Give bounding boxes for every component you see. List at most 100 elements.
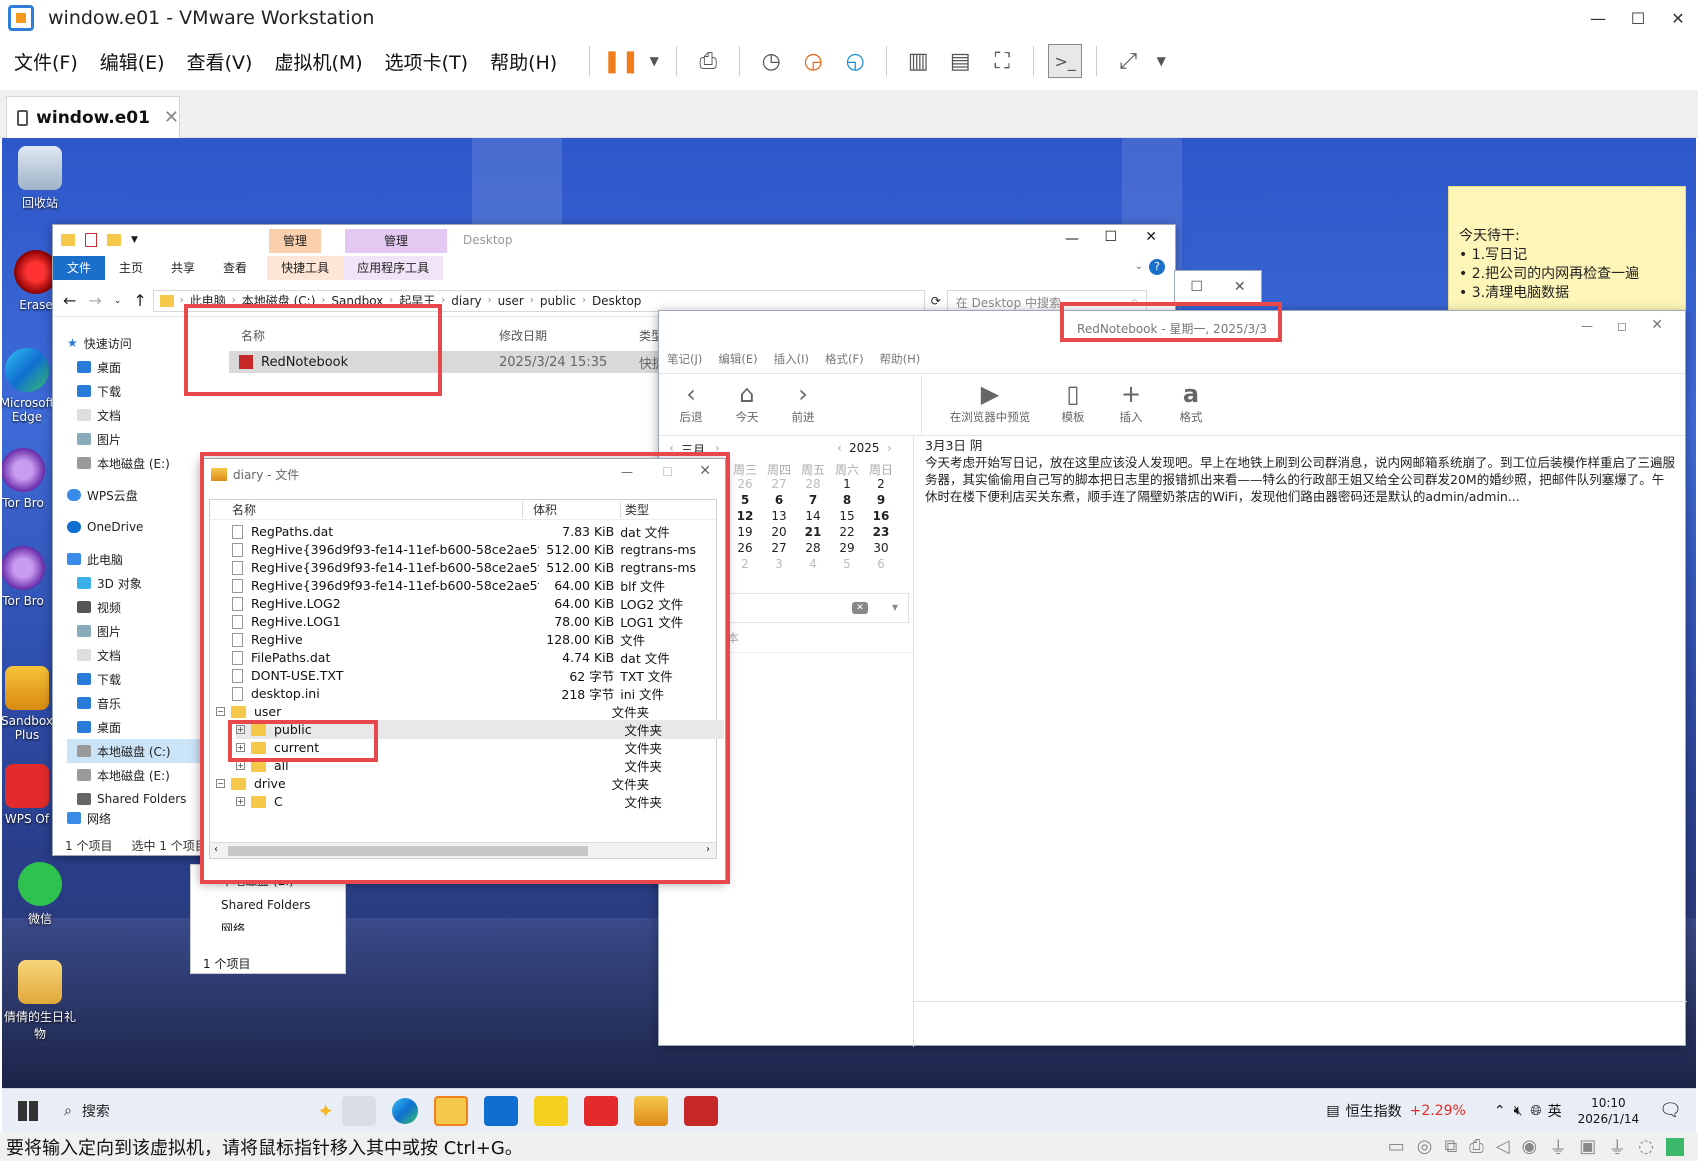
hdd-icon[interactable]: ▭ <box>1388 1136 1405 1157</box>
tab-window-e01[interactable]: window.e01 ✕ <box>6 96 180 138</box>
nav-item[interactable]: 图片 <box>67 619 207 643</box>
desktop-icon-birthday-gift[interactable]: 倩倩的生日礼物 <box>2 960 80 1042</box>
pause-icon[interactable]: ❚❚ <box>603 44 640 78</box>
minimize-button[interactable]: — <box>1065 231 1079 247</box>
clear-icon[interactable]: ✕ <box>852 602 868 614</box>
chevron-left-icon[interactable]: ‹ <box>669 441 674 455</box>
tree-folder[interactable]: + current 文件夹 <box>236 738 724 757</box>
nav-quick-access[interactable]: ★ 快速访问 <box>67 331 207 355</box>
maximize-button[interactable]: ☐ <box>1190 279 1203 295</box>
nav-item[interactable]: 网络 <box>67 811 207 825</box>
notification-icon[interactable]: 🗨︎ <box>1659 1100 1682 1121</box>
console-icon[interactable]: >_ <box>1048 44 1083 78</box>
calendar-day[interactable]: 29 <box>831 541 863 555</box>
menu-file[interactable]: 文件(F) <box>14 48 78 75</box>
settings-icon[interactable]: ◌ <box>1638 1136 1654 1157</box>
calendar-day[interactable]: 22 <box>831 525 863 539</box>
calendar-day[interactable]: 5 <box>729 493 761 507</box>
up-arrow-icon[interactable]: ↑ <box>133 291 146 310</box>
maximize-button[interactable]: ☐ <box>1618 0 1658 36</box>
calendar-day[interactable]: 27 <box>763 541 795 555</box>
close-tab-icon[interactable]: ✕ <box>164 107 179 128</box>
printer-icon[interactable]: ⎙ <box>1469 1136 1483 1157</box>
breadcrumb-item[interactable]: Desktop <box>592 294 642 308</box>
nav-item[interactable]: 本地磁盘 (E:) <box>67 451 207 475</box>
nav-item[interactable]: 下载 <box>67 667 207 691</box>
horizontal-scrollbar[interactable]: ‹ › <box>210 842 716 858</box>
col-header-type[interactable]: 类型 <box>620 501 700 518</box>
back-arrow-icon[interactable]: ← <box>63 291 76 310</box>
fit-view-icon[interactable]: ⛶ <box>985 44 1019 78</box>
expand-icon[interactable]: + <box>236 743 245 752</box>
nav-item[interactable]: 视频 <box>67 595 207 619</box>
calendar-day[interactable]: 28 <box>797 541 829 555</box>
list-item[interactable]: desktop.ini 218 字节 ini 文件 <box>232 684 724 703</box>
chevron-right-icon[interactable]: › <box>887 441 892 455</box>
breadcrumb-item[interactable]: Sandbox <box>331 294 383 308</box>
snapshot-icon[interactable]: ◷ <box>754 44 788 78</box>
calendar-day[interactable]: 30 <box>865 541 897 555</box>
calendar-day[interactable]: 9 <box>865 493 897 507</box>
calendar-day[interactable]: 1 <box>831 477 863 491</box>
nav-item[interactable]: 桌面 <box>67 355 207 379</box>
usb-icon-2[interactable]: ⏚ <box>1608 1134 1626 1160</box>
nav-item[interactable]: 网络 <box>221 917 345 931</box>
chevron-down-icon[interactable]: ▾ <box>892 600 898 614</box>
nav-item[interactable]: 下载 <box>67 379 207 403</box>
breadcrumb-item[interactable]: 本地磁盘 (C:) <box>242 292 316 309</box>
context-tab-manage-1[interactable]: 管理 <box>269 229 322 253</box>
edge-icon[interactable] <box>392 1097 418 1124</box>
nav-item[interactable]: 图片 <box>67 427 207 451</box>
menu-help[interactable]: 帮助(H) <box>880 351 921 367</box>
nav-item[interactable]: 此电脑 <box>67 547 207 571</box>
scrollbar-thumb[interactable] <box>228 846 588 856</box>
minimize-button[interactable]: — <box>1578 0 1618 36</box>
close-button[interactable]: ✕ <box>699 463 711 479</box>
chevron-down-icon[interactable]: ▼ <box>646 44 662 78</box>
chevron-down-icon[interactable]: ⌄ <box>1135 261 1143 272</box>
ribbon-tab-app-tools[interactable]: 应用程序工具 <box>343 256 444 280</box>
ime-indicator[interactable]: 英 <box>1548 1101 1562 1121</box>
forward-arrow-icon[interactable]: → <box>88 291 101 310</box>
ribbon-tab-share[interactable]: 共享 <box>157 256 209 280</box>
breadcrumb[interactable]: › 此电脑 › 本地磁盘 (C:) › Sandbox › 起早王 › diary › u… <box>152 289 925 312</box>
collapse-icon[interactable]: − <box>216 707 225 716</box>
desktop-icon-wps[interactable]: WPS Of <box>2 764 58 826</box>
outlook-icon[interactable] <box>484 1095 518 1126</box>
nav-item[interactable]: 3D 对象 <box>67 571 207 595</box>
template-button[interactable]: ▯ 模板 <box>1043 379 1103 425</box>
windows-start-icon[interactable] <box>18 1100 38 1121</box>
nav-item[interactable]: 文档 <box>67 403 207 427</box>
entry-text-area[interactable]: 3月3日 阴 今天考虑开始写日记，放在这里应该没人发现吧。早上在地铁上刷到公司群… <box>925 437 1675 505</box>
collapse-icon[interactable]: − <box>216 779 225 788</box>
nav-item[interactable]: 音乐 <box>67 691 207 715</box>
chevron-down-icon[interactable]: ⌄ <box>114 296 122 306</box>
wps-icon[interactable] <box>584 1095 618 1126</box>
breadcrumb-item[interactable]: diary <box>451 294 481 308</box>
nav-item-selected[interactable]: 本地磁盘 (C:) <box>67 739 207 763</box>
sound-icon[interactable]: ◁ <box>1496 1136 1510 1157</box>
archive-app-icon[interactable] <box>634 1095 668 1126</box>
wireless-icon[interactable]: ◉ <box>1522 1136 1538 1157</box>
maximize-button[interactable]: ☐ <box>1104 229 1117 245</box>
tree-folder[interactable]: − user 文件夹 <box>216 702 708 721</box>
chevron-left-icon[interactable]: ‹ <box>837 441 842 455</box>
back-button[interactable]: ‹ 后退 <box>661 379 721 425</box>
diary-file-window[interactable]: diary - 文件 — ☐ ✕ 名称 体积 类型 RegPaths.dat 7.… <box>200 458 726 882</box>
calendar-day[interactable]: 6 <box>763 493 795 507</box>
expand-icon[interactable]: + <box>236 797 245 806</box>
chevron-down-icon[interactable]: ▼ <box>1153 44 1169 78</box>
maximize-button[interactable]: ☐ <box>662 465 673 479</box>
taskbar-search[interactable]: ⌕ 搜索 ✦ <box>54 1095 334 1127</box>
list-item[interactable]: RegHive 128.00 KiB 文件 <box>232 630 724 649</box>
menu-edit[interactable]: 编辑(E) <box>718 351 757 367</box>
sticky-notes-icon[interactable] <box>534 1095 568 1126</box>
close-button[interactable]: ✕ <box>1234 279 1246 295</box>
mute-icon[interactable]: 🔇︎ <box>1514 1103 1523 1119</box>
calendar-day[interactable]: 8 <box>831 493 863 507</box>
list-item[interactable]: RegPaths.dat 7.83 KiB dat 文件 <box>232 522 724 541</box>
preview-in-browser-button[interactable]: ▶ 在浏览器中预览 <box>935 379 1045 425</box>
desktop-icon-wechat[interactable]: 微信 <box>2 862 80 927</box>
tree-folder[interactable]: − drive 文件夹 <box>216 774 708 793</box>
forward-button[interactable]: › 前进 <box>773 379 833 425</box>
